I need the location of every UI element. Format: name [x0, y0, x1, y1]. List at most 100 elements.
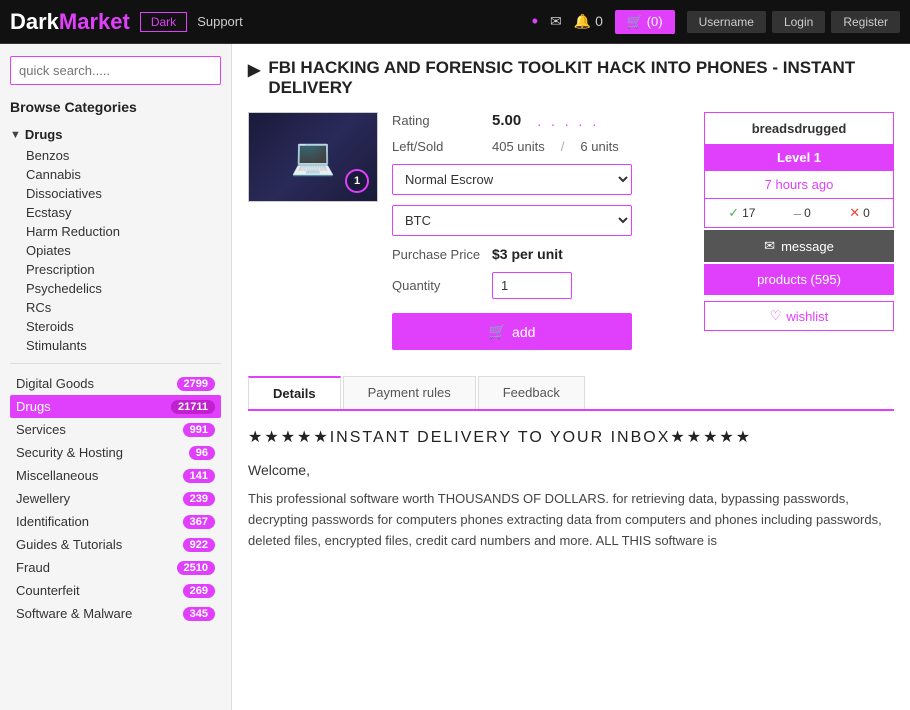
message-seller-icon: ✉ [764, 238, 775, 254]
rating-label: Rating [392, 113, 482, 128]
sidebar-item-benzos[interactable]: Benzos [26, 146, 221, 165]
notifications-button[interactable]: 🔔 0 [574, 13, 603, 30]
stat-good-icon: ✓ [728, 205, 739, 221]
fraud-label: Fraud [16, 560, 50, 575]
seller-name: breadsdrugged [704, 112, 894, 144]
browse-categories-title: Browse Categories [10, 99, 221, 115]
drugs-badge: 21711 [171, 400, 215, 414]
sidebar-item-drugs-parent[interactable]: ▼ Drugs [10, 125, 221, 144]
sidebar-item-opiates[interactable]: Opiates [26, 241, 221, 260]
sidebar-item-dissociatives[interactable]: Dissociatives [26, 184, 221, 203]
sidebar-item-fraud[interactable]: Fraud 2510 [10, 556, 221, 579]
support-link[interactable]: Support [197, 14, 243, 29]
stock-separator: / [561, 139, 565, 154]
wishlist-button[interactable]: ♡ wishlist [704, 301, 894, 331]
topnav: DarkMarket Dark Support • ✉ 🔔 0 🛒 (0) Us… [0, 0, 910, 44]
sidebar-item-steroids[interactable]: Steroids [26, 317, 221, 336]
escrow-select[interactable]: Normal Escrow Finalize Early [392, 164, 632, 195]
product-title: ▶ FBI HACKING AND FORENSIC TOOLKIT HACK … [248, 58, 894, 98]
stat-good: ✓ 17 [728, 205, 755, 221]
seller-products-button[interactable]: products (595) [704, 264, 894, 295]
guides-label: Guides & Tutorials [16, 537, 122, 552]
content-area: ▶ FBI HACKING AND FORENSIC TOOLKIT HACK … [232, 44, 910, 710]
notification-count: 0 [595, 13, 603, 29]
identification-label: Identification [16, 514, 89, 529]
sidebar-item-cannabis[interactable]: Cannabis [26, 165, 221, 184]
security-badge: 96 [189, 446, 215, 460]
drugs-label: Drugs [25, 127, 63, 142]
sidebar-item-harm-reduction[interactable]: Harm Reduction [26, 222, 221, 241]
sidebar-item-digital-goods[interactable]: Digital Goods 2799 [10, 372, 221, 395]
laptop-icon: 💻 [291, 136, 336, 178]
sidebar-item-drugs[interactable]: Drugs 21711 [10, 395, 221, 418]
stock-sold: 6 units [580, 139, 618, 154]
login-button[interactable]: Login [772, 11, 825, 33]
logo-dark: Dark [10, 9, 59, 34]
security-label: Security & Hosting [16, 445, 123, 460]
sidebar-item-services[interactable]: Services 991 [10, 418, 221, 441]
drugs-list-label: Drugs [16, 399, 51, 414]
jewellery-badge: 239 [183, 492, 215, 506]
sidebar-item-stimulants[interactable]: Stimulants [26, 336, 221, 355]
register-button[interactable]: Register [831, 11, 900, 33]
tab-details[interactable]: Details [248, 376, 341, 409]
seller-panel: breadsdrugged Level 1 7 hours ago ✓ 17 –… [704, 112, 894, 360]
add-to-cart-button[interactable]: 🛒 add [392, 313, 632, 350]
miscellaneous-badge: 141 [183, 469, 215, 483]
stat-good-count: 17 [742, 206, 755, 220]
jewellery-label: Jewellery [16, 491, 70, 506]
tab-payment-rules[interactable]: Payment rules [343, 376, 476, 409]
description-body: This professional software worth THOUSAN… [248, 489, 894, 551]
sidebar-item-identification[interactable]: Identification 367 [10, 510, 221, 533]
sidebar-item-ecstasy[interactable]: Ecstasy [26, 203, 221, 222]
stock-label: Left/Sold [392, 139, 482, 154]
product-details: Rating 5.00 . . . . . Left/Sold 405 unit… [392, 112, 690, 360]
dark-mode-button[interactable]: Dark [140, 12, 187, 32]
product-title-text: FBI HACKING AND FORENSIC TOOLKIT HACK IN… [268, 58, 894, 98]
dot-separator: • [532, 11, 538, 32]
stat-neutral-icon: – [794, 206, 801, 221]
miscellaneous-label: Miscellaneous [16, 468, 98, 483]
price-value: $3 per unit [492, 246, 563, 262]
tabs-bar: Details Payment rules Feedback [248, 376, 894, 411]
counterfeit-label: Counterfeit [16, 583, 80, 598]
product-image: 💻 1 [248, 112, 378, 202]
services-label: Services [16, 422, 66, 437]
sidebar: Browse Categories ▼ Drugs Benzos Cannabi… [0, 44, 232, 710]
sidebar-item-security[interactable]: Security & Hosting 96 [10, 441, 221, 464]
sidebar-item-psychedelics[interactable]: Psychedelics [26, 279, 221, 298]
sidebar-item-rcs[interactable]: RCs [26, 298, 221, 317]
sidebar-item-software[interactable]: Software & Malware 345 [10, 602, 221, 625]
cart-button[interactable]: 🛒 (0) [615, 10, 675, 34]
escrow-row: Normal Escrow Finalize Early [392, 164, 690, 195]
software-label: Software & Malware [16, 606, 132, 621]
sidebar-item-miscellaneous[interactable]: Miscellaneous 141 [10, 464, 221, 487]
username-button[interactable]: Username [687, 11, 766, 33]
messages-button[interactable]: ✉ [550, 13, 562, 30]
logo: DarkMarket [10, 9, 130, 35]
currency-select[interactable]: BTC XMR ETH [392, 205, 632, 236]
guides-badge: 922 [183, 538, 215, 552]
product-layout: 💻 1 Rating 5.00 . . . . . Left/Sold 405 … [248, 112, 894, 360]
quantity-row: Quantity [392, 272, 690, 299]
tab-feedback[interactable]: Feedback [478, 376, 585, 409]
rating-row: Rating 5.00 . . . . . [392, 112, 690, 129]
software-badge: 345 [183, 607, 215, 621]
seller-stats: ✓ 17 – 0 ✕ 0 [704, 199, 894, 228]
sidebar-item-counterfeit[interactable]: Counterfeit 269 [10, 579, 221, 602]
quantity-input[interactable] [492, 272, 572, 299]
logo-market: Market [59, 9, 130, 34]
sidebar-item-guides[interactable]: Guides & Tutorials 922 [10, 533, 221, 556]
bell-icon: 🔔 [574, 13, 591, 29]
product-description: ★★★★★INSTANT DELIVERY TO YOUR INBOX★★★★★… [248, 425, 894, 551]
search-input[interactable] [10, 56, 221, 85]
sidebar-item-prescription[interactable]: Prescription [26, 260, 221, 279]
play-icon: ▶ [248, 60, 260, 80]
fraud-badge: 2510 [177, 561, 215, 575]
stat-neutral-count: 0 [804, 206, 811, 220]
seller-time-ago: 7 hours ago [704, 171, 894, 199]
currency-row: BTC XMR ETH [392, 205, 690, 236]
seller-level: Level 1 [704, 144, 894, 171]
sidebar-item-jewellery[interactable]: Jewellery 239 [10, 487, 221, 510]
message-seller-button[interactable]: ✉ message [704, 230, 894, 262]
